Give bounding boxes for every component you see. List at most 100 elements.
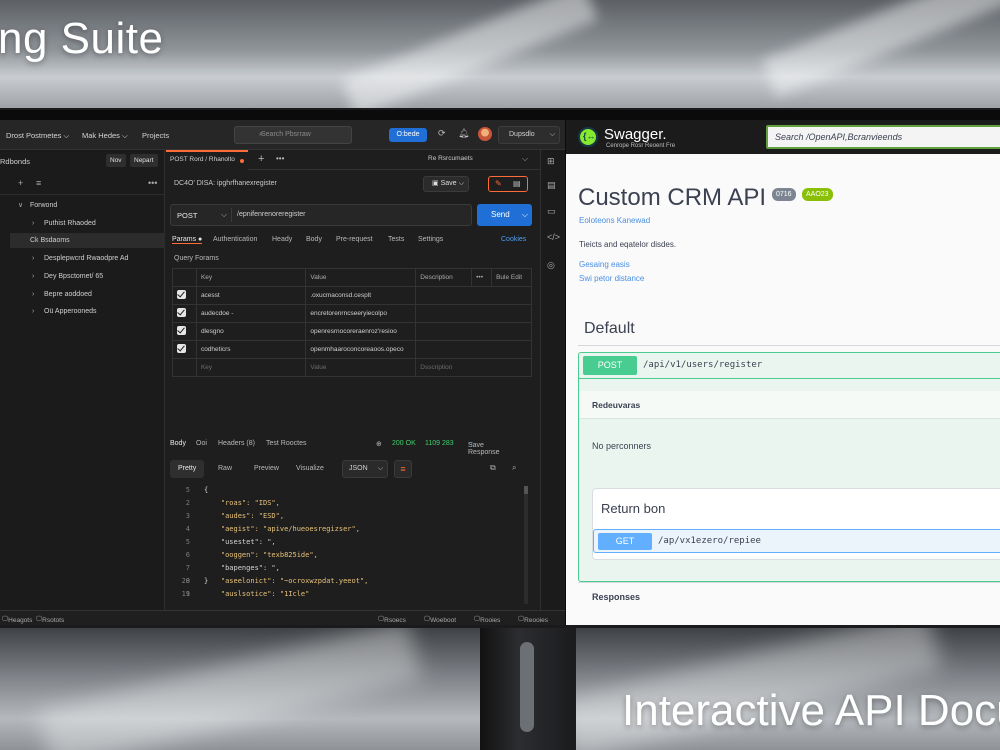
- more-icon[interactable]: •••: [471, 268, 493, 287]
- import-button[interactable]: Nepart: [130, 154, 158, 167]
- satellite-icon[interactable]: ⟳: [438, 128, 446, 139]
- more-tabs-icon[interactable]: •••: [276, 154, 284, 163]
- table-row-empty: Key Value Dsscription: [172, 358, 532, 377]
- param-value[interactable]: openmhaaroconcoreaoos.opeco: [305, 340, 417, 359]
- more-icon[interactable]: •••: [148, 178, 157, 188]
- checkbox[interactable]: [177, 290, 186, 299]
- collection-item[interactable]: › Oü Apperooneds: [10, 304, 165, 319]
- pencil-icon[interactable]: ✎: [495, 179, 502, 188]
- view-preview[interactable]: Preview: [246, 460, 287, 478]
- tab-body[interactable]: Body: [306, 236, 322, 243]
- search-input[interactable]: ⌕ Search Pbsrraw: [234, 126, 352, 144]
- collection-item[interactable]: ∨ Forwond: [10, 198, 165, 213]
- cookies-link[interactable]: Cookies: [501, 236, 526, 243]
- tab-pre-request[interactable]: Pre-request: [336, 236, 373, 243]
- param-value[interactable]: encretorenrncseeryiecolpo: [305, 304, 417, 323]
- tab-headers[interactable]: Heady: [272, 236, 292, 243]
- checkbox[interactable]: [177, 344, 186, 353]
- checkbox[interactable]: [177, 308, 186, 317]
- wrap-lines-icon[interactable]: ≡: [394, 460, 412, 478]
- api-icon[interactable]: ⊞: [547, 156, 555, 167]
- search-icon: ⌕: [259, 131, 263, 138]
- collection-item[interactable]: › Dey Bpsctomet/ 65: [10, 269, 165, 284]
- filter-icon[interactable]: ≡: [36, 178, 41, 188]
- avatar[interactable]: [478, 127, 492, 141]
- copy-icon[interactable]: ⧉: [490, 463, 496, 473]
- chevron-down-icon[interactable]: ⌵: [522, 154, 528, 164]
- collection-item[interactable]: › Puthist Rhaoded: [10, 216, 165, 231]
- param-value[interactable]: .oxucmaconsd.cesplt: [305, 286, 417, 305]
- section-default[interactable]: Default: [584, 320, 635, 338]
- status-item[interactable]: ▢ Reooies: [518, 614, 548, 624]
- collection-item[interactable]: › Desplepwcrd Rwaodpre Ad: [10, 251, 165, 266]
- collection-item[interactable]: › Bepre aoddoed: [10, 287, 165, 302]
- send-button[interactable]: Send ⌵: [477, 204, 532, 226]
- status-item[interactable]: ▢ Rsoecs: [378, 614, 406, 624]
- view-raw[interactable]: Raw: [210, 460, 240, 478]
- code-scrollbar[interactable]: [524, 486, 528, 604]
- new-tab-icon[interactable]: +: [258, 153, 264, 165]
- checkbox[interactable]: [177, 326, 186, 335]
- status-item[interactable]: ▢ Rooies: [474, 614, 500, 624]
- view-visualize[interactable]: Visualize: [288, 460, 332, 478]
- save-response-button[interactable]: Save Response ⌵: [468, 440, 500, 456]
- param-key[interactable]: dlesgno: [195, 322, 307, 341]
- upgrade-button[interactable]: O:bede: [389, 128, 427, 142]
- tab-response-body[interactable]: Body: [170, 440, 186, 447]
- bulk-edit-link[interactable]: Bule Edit: [491, 268, 532, 287]
- comment-icon[interactable]: ▭: [547, 206, 556, 217]
- new-button[interactable]: Nov: [106, 154, 126, 167]
- description-placeholder[interactable]: Dsscription: [415, 358, 532, 377]
- key-placeholder[interactable]: Key: [195, 358, 307, 377]
- column-description: Description: [415, 268, 473, 287]
- info-link[interactable]: Gesaing easis: [579, 260, 630, 269]
- menu-workspaces[interactable]: Drost Postmetes ⌵: [6, 131, 69, 141]
- swagger-search-input[interactable]: Search /OpenAPI,Bcranvieends: [766, 125, 1000, 149]
- save-button[interactable]: ▣ Save ⌵: [423, 176, 469, 192]
- tab-tests[interactable]: Tests: [388, 236, 404, 243]
- value-placeholder[interactable]: Value: [305, 358, 417, 377]
- method-badge-get: GET: [598, 533, 652, 550]
- spec-link[interactable]: Eoloteons Kanewad: [579, 216, 650, 225]
- bell-icon[interactable]: 🔔︎: [458, 128, 469, 139]
- edit-toggle[interactable]: ✎ ▤: [488, 176, 528, 192]
- status-item[interactable]: ▢ Woeboot: [424, 614, 456, 624]
- status-item[interactable]: ▢ Rsotots: [36, 614, 64, 624]
- workspace-select[interactable]: Dupsdlo ⌵: [498, 126, 560, 144]
- collection-item-selected[interactable]: Ck Bsdaoms: [10, 233, 165, 248]
- doc-icon[interactable]: ▤: [513, 179, 521, 188]
- info-link[interactable]: Swi petor distance: [579, 274, 644, 283]
- response-tabs: Body Ooi Headers (8) Test Rooctes ⊕ 200 …: [170, 438, 536, 456]
- tab-params[interactable]: Params ●: [172, 236, 203, 244]
- operation-post-header[interactable]: POST /api/v1/users/register: [579, 353, 1000, 379]
- right-rail: ⊞ ▤ ▭ </> ◎: [540, 150, 565, 610]
- search-icon[interactable]: ⌕: [512, 463, 516, 473]
- chevron-down-icon[interactable]: ⌵: [221, 210, 227, 220]
- request-tab-active[interactable]: POST Rord / Rhanolto: [166, 150, 248, 170]
- view-pretty[interactable]: Pretty: [170, 460, 205, 478]
- status-item[interactable]: ▢ Heagots: [2, 614, 32, 624]
- param-key[interactable]: codheticrs: [195, 340, 307, 359]
- code-icon[interactable]: </>: [547, 232, 560, 242]
- tab-settings[interactable]: Settings: [418, 236, 443, 243]
- tab-test-results[interactable]: Test Rooctes: [266, 440, 306, 447]
- menu-projects[interactable]: Projects: [142, 131, 169, 140]
- method-select[interactable]: POST: [177, 211, 197, 220]
- param-key[interactable]: acesst: [195, 286, 307, 305]
- param-key[interactable]: audecdoe -: [195, 304, 307, 323]
- api-title: Custom CRM API: [578, 184, 767, 211]
- response-body-code[interactable]: 5{ 2 "roas": "IDS", 3 "audes": "ESD", 4 …: [170, 486, 522, 604]
- menu-explore[interactable]: Mak Hedes ⌵: [82, 131, 128, 141]
- parameters-section: Redeuvaras: [579, 391, 1000, 419]
- add-icon[interactable]: +: [18, 178, 23, 188]
- document-icon[interactable]: ▤: [547, 180, 556, 191]
- url-input[interactable]: /epnifenrenoreregister: [237, 211, 306, 218]
- tab-response-headers[interactable]: Headers (8): [218, 440, 255, 447]
- format-select[interactable]: JSON ⌵: [342, 460, 388, 478]
- param-value[interactable]: openresrnocoreraenroz'resioo: [305, 322, 417, 341]
- info-icon[interactable]: ◎: [547, 260, 555, 271]
- operation-get[interactable]: GET /ap/vx1ezero/repiee: [593, 529, 1000, 553]
- environment-select[interactable]: Re Rsrcumaets: [428, 155, 473, 162]
- tab-response-cookies[interactable]: Ooi: [196, 440, 207, 447]
- tab-authorization[interactable]: Authentication: [213, 236, 257, 243]
